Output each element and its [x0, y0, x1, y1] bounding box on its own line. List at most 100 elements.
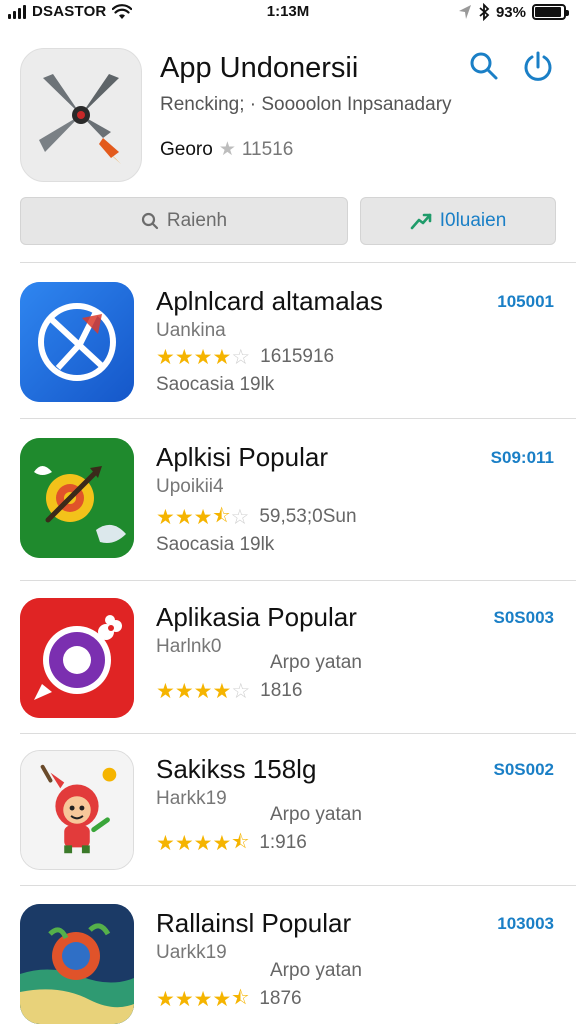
header-developer: Georo — [160, 138, 213, 160]
star-rating-icon: ★ ★ ★ ★ ☆ — [156, 347, 250, 368]
list-item[interactable]: Sakikss 158lg Harkk19 Arpo yatan ★ ★ ★ ★ ⯪ 1… — [0, 750, 576, 900]
list-item[interactable]: Aplikasia Popular Harlnk0 Arpo yatan ★ ★ ★… — [0, 598, 576, 748]
star-icon: ⯪ — [212, 505, 231, 527]
app-subtext: Saocasia 19lk — [156, 534, 275, 555]
app-rating: ★ ★ ★ ★ ☆ 1816 — [156, 680, 302, 702]
star-icon: ★ — [193, 505, 213, 529]
location-arrow-icon — [458, 5, 471, 19]
app-name: Aplikasia Popular — [156, 602, 357, 632]
star-rating-icon: ★ ★ ★ ★ ⯪ — [156, 989, 249, 1010]
list-item[interactable]: Aplnlcard altamalas Uankina ★ ★ ★ ★ ☆ 161591… — [0, 282, 576, 432]
header-rating-count: 11516 — [241, 138, 294, 160]
divider — [20, 262, 576, 263]
star-icon: ☆ — [230, 505, 250, 529]
star-rating-icon: ★ ★ ★ ★ ⯪ — [156, 833, 249, 854]
divider — [20, 885, 576, 886]
action-buttons: Raienh I0luaien — [20, 197, 556, 245]
star-icon: ★ — [174, 505, 194, 529]
app-rating: ★ ★ ★ ★ ☆ 1615916 — [156, 346, 334, 368]
power-icon — [524, 51, 552, 81]
magnifier-icon — [141, 212, 158, 230]
status-bar: DSASTOR 1:13M 93% — [0, 0, 576, 24]
app-rating: ★ ★ ★ ★ ⯪ 1876 — [156, 988, 302, 1010]
star-icon: ⯪ — [231, 831, 250, 853]
header-subtitle: Rencking; · Soooolon Inpsanadary — [160, 94, 452, 115]
scissors-propeller-icon — [39, 74, 121, 164]
status-right: 93% — [458, 3, 569, 21]
star-icon: ★ — [174, 987, 194, 1011]
star-icon: ☆ — [231, 679, 251, 703]
trending-button[interactable]: I0luaien — [360, 197, 556, 245]
star-icon: ★ — [156, 345, 175, 369]
app-price-button[interactable]: 105001 — [497, 292, 554, 312]
app-rating-count: 1615916 — [260, 346, 335, 367]
power-button[interactable] — [520, 48, 556, 84]
app-rating-count: 59,53;0Sun — [259, 506, 357, 527]
star-icon: ★ — [218, 139, 236, 160]
app-header: App Undonersii Rencking; · Soooolon Inps… — [20, 46, 556, 186]
app-rating-count: 1816 — [260, 680, 303, 701]
trending-arrow-icon — [410, 213, 432, 230]
star-icon: ⯪ — [231, 987, 250, 1009]
search-button[interactable] — [466, 48, 502, 84]
star-icon: ★ — [174, 679, 194, 703]
battery-percent: 93% — [495, 3, 526, 21]
header-meta: Georo ★ 11516 — [160, 138, 293, 161]
app-price-button[interactable]: S0S003 — [494, 608, 555, 628]
star-icon: ★ — [156, 987, 175, 1011]
star-icon: ★ — [193, 987, 213, 1011]
app-price-button[interactable]: S09:011 — [491, 448, 554, 468]
star-icon: ★ — [193, 345, 213, 369]
ring-flower-icon — [20, 598, 134, 718]
compass-icon — [20, 282, 134, 402]
star-icon: ★ — [212, 679, 232, 703]
app-category: Harkk19 — [156, 788, 227, 809]
app-rating: ★ ★ ★ ★ ⯪ 1:916 — [156, 832, 307, 854]
app-icon[interactable] — [20, 904, 134, 1024]
app-rating-count: 1876 — [259, 988, 302, 1009]
star-icon: ★ — [156, 831, 175, 855]
app-icon[interactable] — [20, 438, 134, 558]
list-item[interactable]: Aplkisi Popular Upoikii4 ★ ★ ★ ⯪ ☆ 59,53;0Su… — [0, 438, 576, 588]
app-name: Sakikss 158lg — [156, 754, 317, 784]
bluetooth-icon — [479, 3, 490, 21]
app-icon[interactable] — [20, 598, 134, 718]
battery-fill — [535, 7, 562, 17]
app-name: Rallainsl Popular — [156, 908, 352, 938]
header-title: App Undonersii — [160, 52, 359, 84]
app-icon[interactable] — [20, 282, 134, 402]
divider — [20, 733, 576, 734]
app-note: Arpo yatan — [270, 804, 362, 825]
app-name: Aplkisi Popular — [156, 442, 328, 472]
planet-globe-icon — [20, 904, 134, 1024]
star-rating-icon: ★ ★ ★ ⯪ ☆ — [156, 507, 249, 528]
star-icon: ★ — [156, 679, 175, 703]
star-icon: ★ — [174, 831, 194, 855]
app-name: Aplnlcard altamalas — [156, 286, 383, 316]
cartoon-character-icon — [21, 751, 133, 869]
list-item[interactable]: Rallainsl Popular Uarkk19 Arpo yatan ★ ★ ★… — [0, 904, 576, 1024]
app-price-button[interactable]: S0S002 — [494, 760, 555, 780]
app-category: Uarkk19 — [156, 942, 227, 963]
trending-button-label: I0luaien — [439, 210, 507, 231]
battery-icon — [532, 4, 569, 20]
divider — [20, 580, 576, 581]
app-icon[interactable] — [20, 750, 134, 870]
star-icon: ★ — [193, 679, 213, 703]
star-icon: ★ — [212, 345, 232, 369]
app-rating-count: 1:916 — [259, 832, 307, 853]
search-button-label: Raienh — [166, 210, 228, 231]
target-arrow-icon — [20, 438, 134, 558]
header-app-icon[interactable] — [20, 48, 142, 182]
star-icon: ★ — [212, 831, 232, 855]
app-category: Upoikii4 — [156, 476, 224, 497]
star-icon: ★ — [193, 831, 213, 855]
search-field-button[interactable]: Raienh — [20, 197, 348, 245]
app-note: Arpo yatan — [270, 652, 362, 673]
app-price-button[interactable]: 103003 — [497, 914, 554, 934]
app-subtext: Saocasia 19lk — [156, 374, 275, 395]
star-icon: ★ — [156, 505, 175, 529]
divider — [20, 418, 576, 419]
app-rating: ★ ★ ★ ⯪ ☆ 59,53;0Sun — [156, 506, 357, 528]
star-icon: ☆ — [231, 345, 251, 369]
